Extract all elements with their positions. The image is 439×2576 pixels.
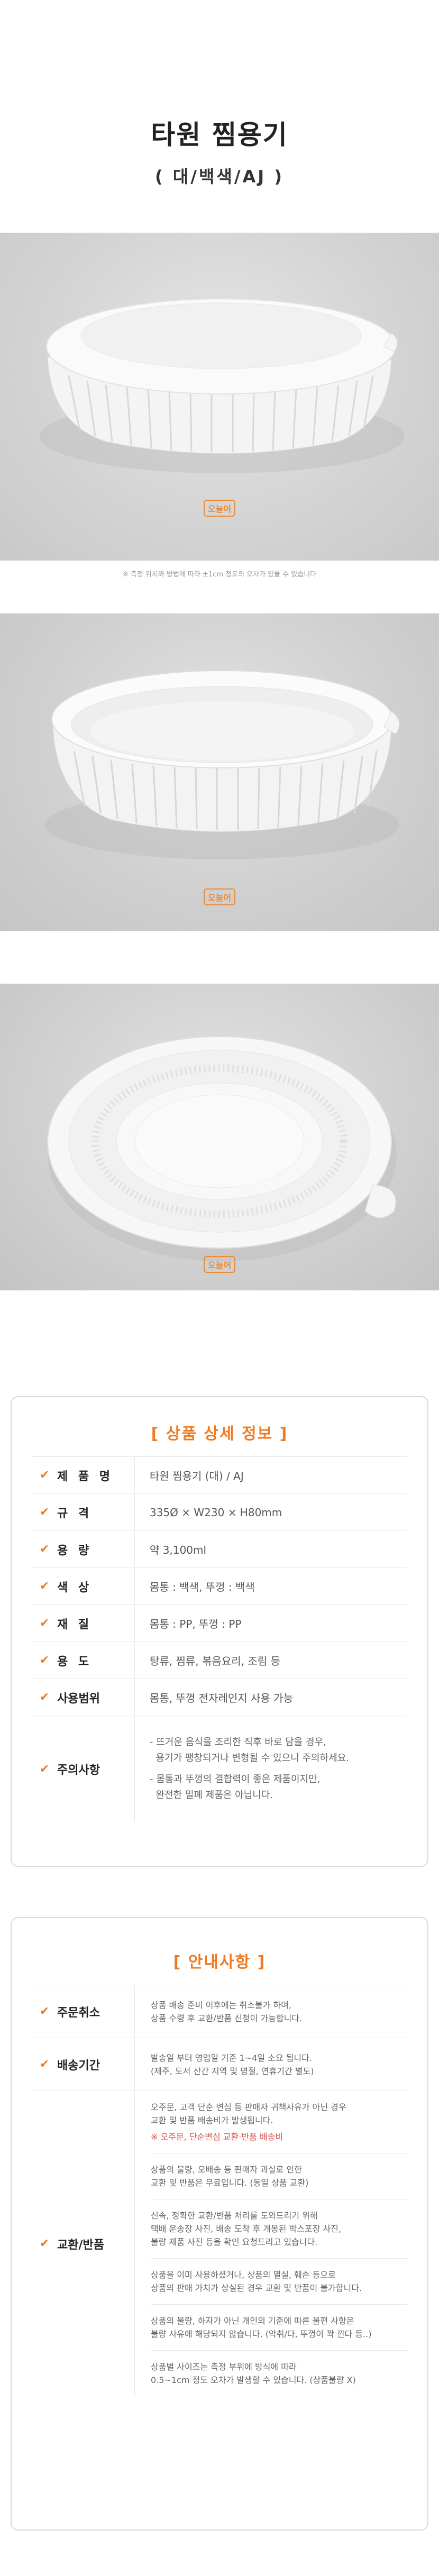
measurement-note: ※ 측정 위치와 방법에 따라 ±1cm 정도의 오차가 있을 수 있습니다 — [122, 571, 317, 579]
spec-value: 몸통 : PP, 뚜껑 : PP — [150, 1618, 242, 1630]
guide-label: 배송기간 — [57, 2059, 100, 2073]
check-icon: ✔ — [39, 1543, 50, 1556]
guide-line: 택배 운송장 사진, 배송 도착 후 개봉된 박스포장 사진, — [151, 2224, 341, 2234]
spec-row: ✔ 색 상 몸통 : 백색, 뚜껑 : 백색 — [32, 1568, 407, 1605]
guide-text: 발송일 부터 영업일 기준 1~4일 소요 됩니다. (제주, 도서 산간 지역… — [135, 2038, 407, 2091]
product-detail-page: 타원 찜용기 ( 대/백색/AJ ) 오늘어 ※ 측정 위치와 방법에 따라 ±… — [0, 0, 439, 2576]
brand-watermark: 오늘어 — [198, 500, 241, 517]
returns-block: 상품을 이미 사용하셨거나, 상품의 멸실, 훼손 등으로 상품의 판매 가치가… — [151, 2259, 407, 2305]
guide-line: 신속, 정확한 교환/반품 처리를 도와드리기 위해 — [151, 2211, 318, 2221]
guide-heading: [ 안내사항 ] — [173, 1953, 266, 1972]
caution-line: - 뜨거운 음식을 조리한 직후 바로 담을 경우, — [150, 1737, 326, 1748]
spec-label: 규 격 — [57, 1507, 93, 1520]
spec-row-caution: ✔ 주의사항 - 뜨거운 음식을 조리한 직후 바로 담을 경우, 용기가 팽창되… — [32, 1716, 407, 1822]
product-photo-lid-top: 오늘어 — [0, 984, 439, 1290]
product-spec-box: [ 상품 상세 정보 ] ✔ 제 품 명 타원 찜용기 (대) / AJ ✔ 규 격… — [11, 1396, 428, 1867]
caution-line: 용기가 팽창되거나 변형될 수 있으니 주의하세요. — [150, 1753, 349, 1764]
brand-watermark: 오늘어 — [198, 1256, 241, 1273]
guide-label: 교환/반품 — [57, 2238, 104, 2252]
caution-line: - 몸통과 뚜껑의 결합력이 좋은 제품이지만, — [150, 1774, 321, 1785]
guide-line: 상품의 불량, 하자가 아닌 개인의 기준에 따른 불편 사항은 — [151, 2316, 354, 2326]
guide-box: [ 안내사항 ] ✔ 주문취소 상품 배송 준비 이후에는 취소불가 하며, 상품… — [11, 1917, 428, 2531]
guide-line: 상품 수령 후 교환/반품 신청이 가능합니다. — [151, 2013, 303, 2023]
spec-row: ✔ 규 격 335Ø × W230 × H80mm — [32, 1494, 407, 1531]
check-icon: ✔ — [39, 1469, 50, 1482]
spec-label: 제 품 명 — [57, 1470, 114, 1483]
check-icon: ✔ — [39, 1506, 50, 1519]
guide-line: (제주, 도서 산간 지역 및 명절, 연휴기간 별도) — [151, 2066, 314, 2076]
guide-row-cancel: ✔ 주문취소 상품 배송 준비 이후에는 취소불가 하며, 상품 수령 후 교환/… — [32, 1985, 407, 2038]
guide-line: 오주문, 고객 단순 변심 등 판매자 귀책사유가 아닌 경우 — [151, 2102, 346, 2112]
returns-block: 상품별 사이즈는 측정 부위에 방식에 따라 0.5~1cm 정도 오차가 발생… — [151, 2351, 407, 2396]
guide-text: 오주문, 고객 단순 변심 등 판매자 귀책사유가 아닌 경우 교환 및 반품 … — [135, 2091, 407, 2396]
guide-line: 상품 배송 준비 이후에는 취소불가 하며, — [151, 2000, 292, 2010]
shipping-fee-warning: ※ 오주문, 단순변심 교환·반품 배송비 — [151, 2132, 283, 2142]
guide-line: 상품의 판매 가치가 상실된 경우 교환 및 반품이 불가합니다. — [151, 2283, 362, 2293]
spec-row: ✔ 용 도 탕류, 찜류, 볶음요리, 조림 등 — [32, 1642, 407, 1679]
spec-value: 몸통 : 백색, 뚜껑 : 백색 — [150, 1581, 255, 1593]
spec-label: 사용범위 — [57, 1692, 100, 1706]
guide-text: 상품 배송 준비 이후에는 취소불가 하며, 상품 수령 후 교환/반품 신청이… — [135, 1985, 407, 2038]
spec-row: ✔ 제 품 명 타원 찜용기 (대) / AJ — [32, 1457, 407, 1494]
check-icon: ✔ — [39, 2237, 50, 2250]
returns-block: 오주문, 고객 단순 변심 등 판매자 귀책사유가 아닌 경우 교환 및 반품 … — [151, 2091, 407, 2153]
guide-line: 0.5~1cm 정도 오차가 발생할 수 있습니다. (상품불량 X) — [151, 2375, 356, 2385]
check-icon: ✔ — [39, 1691, 50, 1704]
guide-line: 교환 및 반품은 무료입니다. (동일 상품 교환) — [151, 2178, 309, 2188]
guide-line: 상품별 사이즈는 측정 부위에 방식에 따라 — [151, 2362, 297, 2372]
returns-block: 상품의 불량, 하자가 아닌 개인의 기준에 따른 불편 사항은 불량 사유에 … — [151, 2305, 407, 2351]
spec-label: 색 상 — [57, 1581, 93, 1594]
spec-value: 탕류, 찜류, 볶음요리, 조림 등 — [150, 1655, 280, 1667]
spec-row: ✔ 용 량 약 3,100ml — [32, 1531, 407, 1568]
spec-label: 재 질 — [57, 1618, 93, 1631]
check-icon: ✔ — [39, 1617, 50, 1630]
guide-line: 불량 제품 사진 등을 확인 요청드리고 있습니다. — [151, 2237, 318, 2247]
spec-value: 335Ø × W230 × H80mm — [150, 1506, 282, 1519]
title-block: 타원 찜용기 ( 대/백색/AJ ) — [0, 114, 439, 188]
caution-line: 완전한 밀폐 제품은 아닙니다. — [150, 1790, 273, 1801]
spec-heading: [ 상품 상세 정보 ] — [151, 1425, 288, 1443]
guide-line: 상품의 불량, 오배송 등 판매자 과실로 인한 — [151, 2165, 302, 2175]
spec-row: ✔ 재 질 몸통 : PP, 뚜껑 : PP — [32, 1605, 407, 1642]
check-icon: ✔ — [39, 1762, 50, 1776]
returns-block: 신속, 정확한 교환/반품 처리를 도와드리기 위해 택배 운송장 사진, 배송… — [151, 2199, 407, 2259]
guide-line: 발송일 부터 영업일 기준 1~4일 소요 됩니다. — [151, 2052, 312, 2063]
spec-label: 용 도 — [57, 1655, 93, 1669]
guide-row-returns: ✔ 교환/반품 오주문, 고객 단순 변심 등 판매자 귀책사유가 아닌 경우 교… — [32, 2091, 407, 2396]
guide-line: 상품을 이미 사용하셨거나, 상품의 멸실, 훼손 등으로 — [151, 2270, 336, 2280]
spec-label: 주의사항 — [57, 1764, 100, 1777]
check-icon: ✔ — [39, 1580, 50, 1593]
caution-text: - 뜨거운 음식을 조리한 직후 바로 담을 경우, 용기가 팽창되거나 변형될… — [135, 1735, 349, 1803]
check-icon: ✔ — [39, 2005, 50, 2018]
returns-block: 상품의 불량, 오배송 등 판매자 과실로 인한 교환 및 반품은 무료입니다.… — [151, 2153, 407, 2199]
check-icon: ✔ — [39, 1654, 50, 1667]
spec-value: 몸통, 뚜껑 전자레인지 사용 가능 — [150, 1692, 293, 1704]
check-icon: ✔ — [39, 2058, 50, 2071]
spec-row: ✔ 사용범위 몸통, 뚜껑 전자레인지 사용 가능 — [32, 1679, 407, 1716]
product-title: 타원 찜용기 — [151, 120, 288, 150]
lid-top-view-image — [47, 1036, 397, 1261]
spec-value: 약 3,100ml — [150, 1544, 207, 1556]
guide-label: 주문취소 — [57, 2006, 100, 2020]
product-subtitle: ( 대/백색/AJ ) — [155, 167, 284, 187]
guide-line: 불량 사유에 해당되지 않습니다. (악취/다, 뚜껑이 꽉 낀다 등..) — [151, 2329, 372, 2339]
product-photo-lidded: 오늘어 — [0, 233, 439, 561]
product-photo-open: 오늘어 — [0, 613, 439, 931]
spec-label: 용 량 — [57, 1544, 93, 1557]
guide-line: 교환 및 반품 배송비가 발생됩니다. — [151, 2115, 273, 2125]
spec-value: 타원 찜용기 (대) / AJ — [150, 1470, 244, 1482]
open-container-image — [45, 670, 400, 859]
guide-row-shipping: ✔ 배송기간 발송일 부터 영업일 기준 1~4일 소요 됩니다. (제주, 도서… — [32, 2038, 407, 2091]
brand-watermark: 오늘어 — [198, 888, 241, 905]
